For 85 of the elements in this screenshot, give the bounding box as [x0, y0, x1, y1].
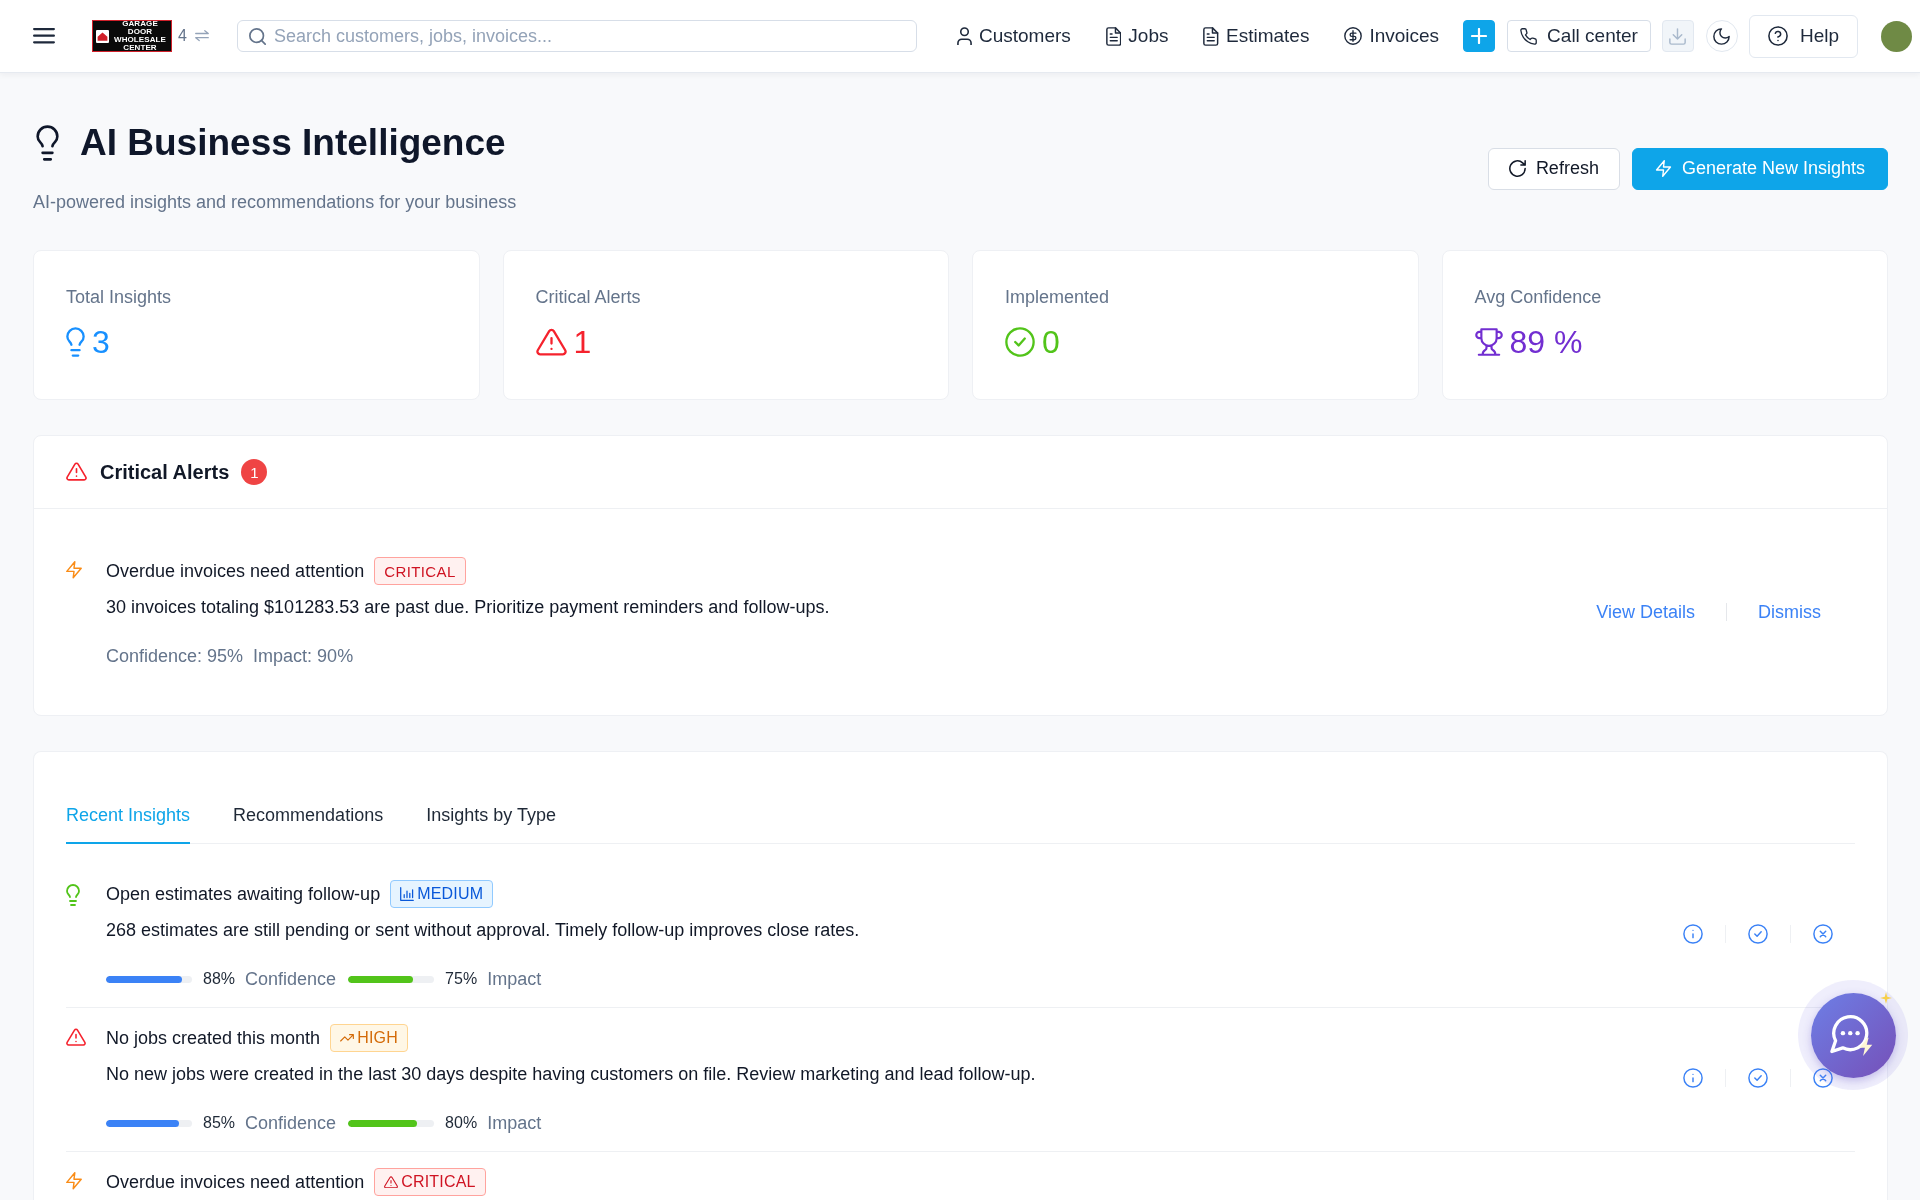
- severity-tag: CRITICAL: [374, 557, 466, 585]
- priority-label: CRITICAL: [401, 1173, 476, 1191]
- trend-up-icon: [340, 1034, 355, 1042]
- stat-value: 3: [92, 323, 110, 362]
- person-icon: [956, 26, 972, 46]
- count-badge: 1: [241, 459, 268, 485]
- confidence-label: Confidence: [245, 1112, 337, 1134]
- impact-label: Impact: [487, 968, 542, 990]
- stat-value: 89 %: [1509, 323, 1583, 362]
- avatar[interactable]: [1881, 20, 1912, 52]
- stat-value: 0: [1042, 323, 1060, 362]
- check-circle-icon[interactable]: [1748, 1068, 1768, 1088]
- logo[interactable]: GARAGE DOOR WHOLESALE CENTER: [92, 20, 172, 52]
- priority-label: HIGH: [357, 1029, 398, 1047]
- search-field[interactable]: Search customers, jobs, invoices...: [236, 20, 917, 52]
- tab[interactable]: Insights by Type: [426, 784, 556, 844]
- house-icon: [96, 29, 109, 43]
- insight-description: 268 estimates are still pending or sent without approval. Timely follow-up improves close rates.: [106, 919, 861, 942]
- sparkle-icon: [1880, 992, 1892, 1004]
- panel-title: Critical Alerts: [100, 460, 230, 484]
- help-button[interactable]: Help: [1748, 14, 1858, 58]
- info-icon[interactable]: [1683, 924, 1703, 944]
- bulb-icon: [66, 327, 85, 357]
- document-icon: [1203, 26, 1219, 46]
- insight-description: No new jobs were created in the last 30 days despite having customers on file. Review marketing and lead follow-up.: [106, 1063, 1037, 1086]
- confidence-text: Confidence: 95%: [106, 645, 244, 668]
- plus-icon: [1471, 28, 1488, 44]
- help-icon: [1767, 26, 1788, 46]
- menu-icon[interactable]: [33, 28, 55, 44]
- action-link[interactable]: View Details: [1596, 601, 1695, 623]
- phone-icon: [1520, 27, 1538, 45]
- insight-title: Overdue invoices need attention: [106, 1171, 365, 1193]
- stat-value: 1: [573, 323, 592, 362]
- nav-link[interactable]: Jobs: [1105, 25, 1169, 47]
- warning-icon: [66, 1028, 86, 1047]
- warning-icon: [535, 327, 567, 357]
- download-icon: [1669, 27, 1687, 45]
- theme-toggle[interactable]: [1705, 20, 1738, 52]
- bulb-icon: [66, 884, 80, 906]
- alert-title: Overdue invoices need attention: [106, 560, 365, 582]
- check-circle-icon: [1005, 327, 1035, 357]
- nav-link[interactable]: Invoices: [1344, 25, 1440, 47]
- bolt-icon: [66, 1172, 82, 1190]
- switch-count: 4: [178, 27, 187, 45]
- refresh-icon: [1508, 160, 1526, 177]
- add-button[interactable]: [1463, 20, 1496, 52]
- warning-icon: [384, 1175, 399, 1189]
- stat-label: Implemented: [1005, 286, 1111, 309]
- warning-icon: [66, 462, 87, 482]
- alert-description: 30 invoices totaling $101283.53 are past due. Prioritize payment reminders and follow-ups.: [106, 596, 831, 619]
- impact-text: Impact: 90%: [253, 645, 354, 668]
- trophy-icon: [1474, 328, 1503, 356]
- call-center-button[interactable]: Call center: [1507, 20, 1651, 52]
- nav-link[interactable]: Estimates: [1203, 25, 1310, 47]
- close-icon[interactable]: [1813, 1068, 1833, 1088]
- page-subtitle: AI-powered insights and recommendations for your business: [33, 191, 517, 214]
- insight-title: Open estimates awaiting follow-up: [106, 883, 381, 905]
- stat-label: Critical Alerts: [535, 286, 642, 309]
- impact-value: 80%: [445, 1114, 478, 1132]
- insight-title: No jobs created this month: [106, 1027, 321, 1049]
- document-icon: [1105, 26, 1122, 46]
- nav-link[interactable]: Customers: [956, 25, 1071, 47]
- bolt-icon: [1654, 160, 1672, 177]
- check-circle-icon[interactable]: [1748, 924, 1768, 944]
- stat-label: Avg Confidence: [1474, 286, 1603, 309]
- close-icon[interactable]: [1813, 924, 1833, 944]
- info-icon[interactable]: [1683, 1068, 1703, 1088]
- bulb-icon: [36, 125, 59, 161]
- stat-label: Total Insights: [66, 286, 173, 309]
- confidence-value: 88%: [203, 970, 236, 988]
- tab[interactable]: Recommendations: [233, 784, 384, 844]
- page-title: AI Business Intelligence: [80, 121, 506, 165]
- action-link[interactable]: Dismiss: [1758, 601, 1821, 623]
- bolt-icon: [66, 561, 82, 579]
- priority-label: MEDIUM: [417, 885, 484, 903]
- logo-text: GARAGE DOOR WHOLESALE CENTER: [113, 20, 167, 52]
- impact-label: Impact: [487, 1112, 542, 1134]
- dollar-icon: [1344, 27, 1363, 45]
- impact-value: 75%: [445, 970, 478, 988]
- confidence-value: 85%: [203, 1114, 236, 1132]
- swap-icon[interactable]: [194, 30, 209, 42]
- bar-chart-icon: [400, 887, 415, 901]
- confidence-label: Confidence: [245, 968, 337, 990]
- moon-icon: [1713, 27, 1731, 45]
- refresh-button[interactable]: Refresh: [1487, 147, 1620, 190]
